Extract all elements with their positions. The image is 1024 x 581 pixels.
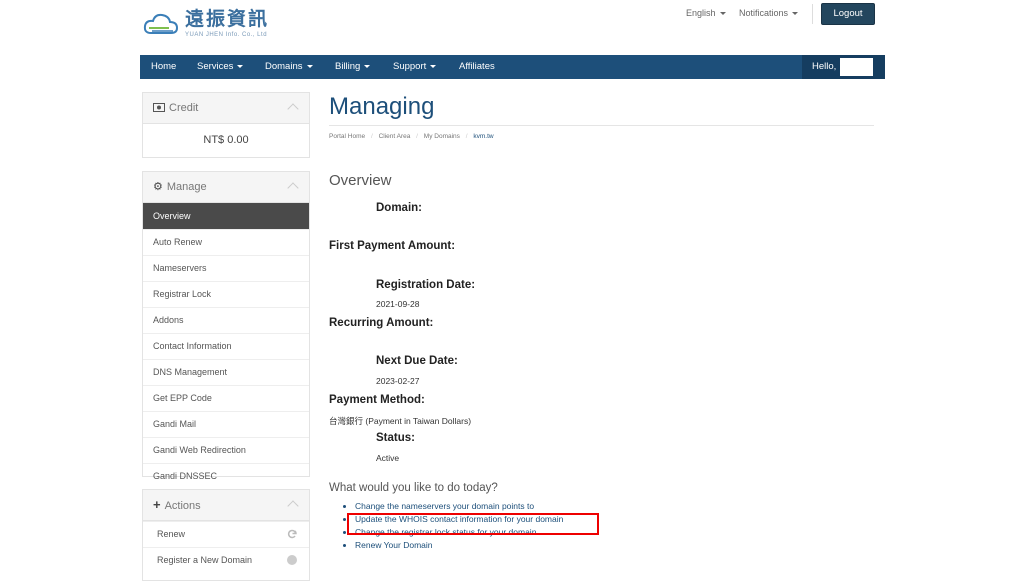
title-divider: [329, 125, 874, 126]
nav-services-label: Services: [197, 61, 234, 72]
credit-title: Credit: [153, 93, 198, 123]
sidebar-item-dns-management[interactable]: DNS Management: [143, 359, 309, 385]
register-domain-label: Register a New Domain: [157, 555, 253, 565]
chevron-down-icon: [719, 12, 726, 16]
domain-label: Domain:: [376, 202, 422, 214]
manage-title: ⚙ Manage: [153, 172, 207, 202]
plus-icon: +: [153, 497, 161, 512]
language-label: English: [686, 8, 716, 18]
sidebar-item-gandi-mail[interactable]: Gandi Mail: [143, 411, 309, 437]
sidebar-action-renew[interactable]: Renew: [143, 521, 309, 547]
hello-label: Hello,: [812, 61, 837, 72]
nav-domains-label: Domains: [265, 61, 303, 72]
manage-panel-header[interactable]: ⚙ Manage: [143, 172, 309, 203]
nav-home[interactable]: Home: [151, 55, 176, 79]
payment-method-label: Payment Method:: [329, 394, 425, 406]
username-redacted: [840, 58, 873, 76]
user-menu[interactable]: Hello,: [802, 55, 885, 79]
nav-services[interactable]: Services: [197, 55, 244, 79]
logout-button[interactable]: Logout: [821, 3, 875, 25]
sidebar-item-nameservers[interactable]: Nameservers: [143, 255, 309, 281]
highlight-box: [347, 513, 599, 535]
actions-panel: + Actions Renew Register a New Domain: [142, 489, 310, 581]
sidebar-item-addons[interactable]: Addons: [143, 307, 309, 333]
action-change-nameservers[interactable]: Change the nameservers your domain point…: [355, 500, 563, 513]
nav-billing-label: Billing: [335, 61, 361, 72]
sidebar-item-registrar-lock[interactable]: Registrar Lock: [143, 281, 309, 307]
brand-name-en: YUAN JHEN Info. Co., Ltd: [185, 32, 268, 38]
next-due-date-value: 2023-02-27: [376, 376, 420, 386]
payment-method-value: 台灣銀行 (Payment in Taiwan Dollars): [329, 416, 472, 426]
notifications-dropdown[interactable]: Notifications: [739, 8, 799, 18]
refresh-icon: [287, 529, 297, 539]
breadcrumb: Portal Home / Client Area / My Domains /…: [329, 133, 494, 140]
chevron-down-icon: [306, 64, 313, 68]
chevron-down-icon: [364, 64, 371, 68]
breadcrumb-current: kvm.tw: [473, 133, 494, 140]
chevron-up-icon[interactable]: [287, 500, 299, 512]
nav-affiliates[interactable]: Affiliates: [459, 55, 495, 79]
first-payment-label: First Payment Amount:: [329, 240, 456, 252]
breadcrumb-portal-home[interactable]: Portal Home: [329, 133, 365, 140]
renew-label: Renew: [157, 529, 186, 539]
main-navbar: Home Services Domains Billing Support Af…: [140, 55, 885, 79]
globe-icon: [287, 555, 297, 565]
chevron-up-icon[interactable]: [287, 182, 299, 194]
nav-support[interactable]: Support: [393, 55, 437, 79]
brand-logo[interactable]: 遠振資訊 YUAN JHEN Info. Co., Ltd: [143, 8, 278, 40]
chevron-down-icon: [430, 64, 437, 68]
overview-heading: Overview: [329, 172, 392, 189]
sidebar-item-overview[interactable]: Overview: [143, 203, 309, 229]
status-value: Active: [376, 453, 400, 463]
nav-billing[interactable]: Billing: [335, 55, 371, 79]
manage-panel: ⚙ Manage Overview Auto Renew Nameservers …: [142, 171, 310, 481]
credit-panel-header[interactable]: Credit: [143, 93, 309, 124]
nav-domains[interactable]: Domains: [265, 55, 313, 79]
registration-date-value: 2021-09-28: [376, 299, 420, 309]
divider: [812, 4, 813, 24]
page-title: Managing: [329, 93, 435, 120]
sidebar-item-gandi-web-redirection[interactable]: Gandi Web Redirection: [143, 437, 309, 463]
breadcrumb-my-domains[interactable]: My Domains: [424, 133, 460, 140]
sidebar-item-auto-renew[interactable]: Auto Renew: [143, 229, 309, 255]
sidebar-item-contact-information[interactable]: Contact Information: [143, 333, 309, 359]
nav-support-label: Support: [393, 61, 427, 72]
gear-icon: ⚙: [153, 181, 163, 193]
registration-date-label: Registration Date:: [376, 279, 476, 291]
actions-question: What would you like to do today?: [329, 482, 498, 494]
sidebar-item-gandi-dnssec[interactable]: Gandi DNSSEC: [143, 463, 309, 489]
status-label: Status:: [376, 432, 415, 444]
credit-amount: NT$ 0.00: [203, 134, 249, 146]
cloud-logo-icon: [143, 13, 179, 34]
recurring-amount-label: Recurring Amount:: [329, 317, 434, 329]
sidebar-item-get-epp-code[interactable]: Get EPP Code: [143, 385, 309, 411]
next-due-date-label: Next Due Date:: [376, 355, 458, 367]
breadcrumb-client-area[interactable]: Client Area: [379, 133, 411, 140]
actions-panel-header[interactable]: + Actions: [143, 490, 309, 521]
chevron-down-icon: [792, 12, 799, 16]
credit-panel: Credit NT$ 0.00: [142, 92, 310, 158]
brand-name-cn: 遠振資訊: [185, 9, 270, 30]
sidebar-action-register-domain[interactable]: Register a New Domain: [143, 547, 309, 573]
credit-title-text: Credit: [169, 102, 199, 114]
actions-title: + Actions: [153, 490, 201, 521]
manage-title-text: Manage: [166, 181, 207, 193]
actions-title-text: Actions: [164, 500, 201, 512]
notifications-label: Notifications: [739, 8, 789, 18]
chevron-down-icon: [237, 64, 244, 68]
money-icon: [153, 103, 165, 112]
action-renew-domain[interactable]: Renew Your Domain: [355, 539, 563, 552]
language-dropdown[interactable]: English: [686, 8, 726, 18]
chevron-up-icon[interactable]: [287, 103, 299, 115]
